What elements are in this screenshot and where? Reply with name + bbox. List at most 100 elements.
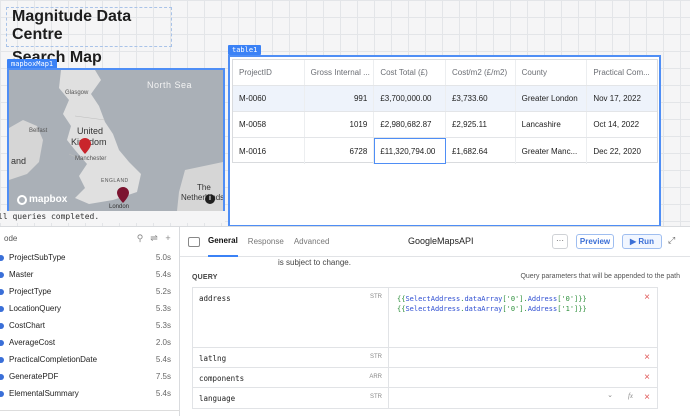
- param-key-text: address: [199, 294, 231, 303]
- query-item-name: GeneratePDF: [9, 372, 59, 381]
- table-cell[interactable]: Dec 22, 2020: [587, 138, 657, 164]
- search-icon[interactable]: ⚲: [133, 233, 147, 244]
- queries-status-text: ll queries completed.: [0, 211, 225, 223]
- tab-advanced[interactable]: Advanced: [294, 227, 330, 257]
- mapbox-logo: mapbox: [17, 194, 67, 205]
- param-value-line: {{SelectAddress.dataArray['0'].Address['…: [397, 295, 587, 303]
- table-row[interactable]: M-0058 1019 £2,980,682.87 £2,925.11 Lanc…: [233, 112, 657, 138]
- table-widget[interactable]: ProjectID Gross Internal ... Cost Total …: [228, 55, 661, 227]
- query-item[interactable]: CostChart 5.3s: [0, 317, 179, 334]
- param-key-text: latlng: [199, 354, 227, 363]
- table-row[interactable]: M-0060 991 £3,700,000.00 £3,733.60 Great…: [233, 86, 657, 112]
- app-title: Magnitude Data Centre: [12, 8, 132, 43]
- query-name[interactable]: GoogleMapsAPI: [408, 236, 474, 246]
- table-cell[interactable]: 6728: [305, 138, 375, 164]
- query-item[interactable]: ProjectSubType 5.0s: [0, 249, 179, 266]
- column-header[interactable]: ProjectID: [233, 60, 305, 85]
- param-key[interactable]: address STR: [193, 288, 389, 347]
- delete-param-icon[interactable]: ×: [637, 348, 657, 367]
- map-label-uk-1: United: [77, 126, 104, 136]
- query-item[interactable]: AverageCost 2.0s: [0, 334, 179, 351]
- param-type: STR: [370, 294, 382, 300]
- run-button[interactable]: ▶ Run: [622, 234, 662, 249]
- query-item-time: 5.4s: [155, 355, 171, 364]
- add-icon[interactable]: +: [161, 233, 175, 243]
- query-item-name: ProjectSubType: [9, 253, 66, 262]
- query-item[interactable]: PracticalCompletionDate 5.4s: [0, 351, 179, 368]
- mapbox-map[interactable]: North Sea Glasgow Belfast United Kingdom…: [7, 68, 225, 213]
- tab-general[interactable]: General: [208, 227, 238, 257]
- map-label-north-sea: North Sea: [147, 80, 193, 90]
- tab-response[interactable]: Response: [248, 227, 284, 257]
- query-item-time: 2.0s: [155, 338, 171, 347]
- table-cell[interactable]: 991: [305, 86, 375, 111]
- preview-button[interactable]: Preview: [576, 234, 614, 249]
- rest-api-icon: [0, 339, 4, 346]
- table-row[interactable]: M-0016 6728 £11,320,794.00 £1,682.64 Gre…: [233, 138, 657, 164]
- app-root: Magnitude Data Centre Search Map mapboxM…: [0, 0, 690, 416]
- map-pin-manchester[interactable]: [79, 138, 91, 154]
- table-cell[interactable]: £3,733.60: [446, 86, 516, 111]
- column-header[interactable]: Practical Com...: [587, 60, 657, 85]
- table-cell[interactable]: £2,980,682.87: [374, 112, 446, 137]
- table-cell[interactable]: 1019: [305, 112, 375, 137]
- param-type: STR: [370, 394, 382, 400]
- chevron-down-icon[interactable]: ⌄: [607, 391, 613, 401]
- param-key[interactable]: components ARR: [193, 368, 389, 387]
- table-cell[interactable]: Oct 14, 2022: [587, 112, 657, 137]
- rest-api-icon: [0, 305, 4, 312]
- param-key[interactable]: language STR: [193, 388, 389, 408]
- status-text: ll queries completed.: [0, 212, 100, 221]
- param-row-components: components ARR ×: [193, 368, 657, 388]
- more-options-button[interactable]: ···: [552, 234, 568, 249]
- param-key[interactable]: latlng STR: [193, 348, 389, 367]
- param-row-language: language STR ⌄ fx ×: [193, 388, 657, 408]
- sidebar-toggle-icon[interactable]: [188, 236, 200, 247]
- filter-icon[interactable]: ⇌: [147, 233, 161, 244]
- map-label-manchester: Manchester: [75, 156, 107, 162]
- param-key-text: language: [199, 394, 236, 403]
- table-cell[interactable]: Greater London: [516, 86, 588, 111]
- query-item[interactable]: Master 5.4s: [0, 266, 179, 283]
- table-cell-focused[interactable]: £11,320,794.00: [374, 138, 446, 164]
- column-header[interactable]: County: [516, 60, 588, 85]
- expand-icon[interactable]: ⤢: [668, 235, 675, 246]
- query-item-time: 5.3s: [155, 304, 171, 313]
- param-value-input[interactable]: {{SelectAddress.dataArray['0'].Address['…: [389, 288, 637, 347]
- map-info-icon[interactable]: i: [205, 194, 215, 204]
- table-cell[interactable]: Lancashire: [516, 112, 588, 137]
- table-cell[interactable]: £1,682.64: [446, 138, 516, 164]
- column-header[interactable]: Gross Internal ...: [305, 60, 375, 85]
- table-cell[interactable]: £3,700,000.00: [374, 86, 446, 111]
- query-item[interactable]: ElementalSummary 5.4s: [0, 385, 179, 402]
- table-cell[interactable]: M-0058: [233, 112, 305, 137]
- function-icon[interactable]: fx: [628, 391, 633, 401]
- run-label: Run: [638, 237, 654, 246]
- table-cell[interactable]: £2,925.11: [446, 112, 516, 137]
- table-cell[interactable]: M-0060: [233, 86, 305, 111]
- param-value-input[interactable]: ⌄ fx: [389, 388, 637, 408]
- table-cell[interactable]: Greater Manc...: [516, 138, 588, 164]
- delete-param-icon[interactable]: ×: [637, 368, 657, 387]
- table-cell[interactable]: Nov 17, 2022: [587, 86, 657, 111]
- query-item[interactable]: GeneratePDF 7.5s: [0, 368, 179, 385]
- table-cell[interactable]: M-0016: [233, 138, 305, 164]
- map-pin-london[interactable]: [117, 187, 129, 203]
- query-item-time: 5.3s: [155, 321, 171, 330]
- query-list-header: ode ⚲ ⇌ +: [0, 227, 179, 249]
- query-params-table: address STR {{SelectAddress.dataArray['0'…: [192, 287, 658, 409]
- param-value-input[interactable]: [389, 348, 637, 367]
- map-label-nl-1: The: [197, 183, 211, 192]
- query-section-hint: Query parameters that will be appended t…: [520, 273, 680, 280]
- query-item-name: Master: [9, 270, 34, 279]
- delete-param-icon[interactable]: ×: [637, 388, 657, 408]
- query-item-time: 5.2s: [155, 287, 171, 296]
- column-header[interactable]: Cost Total (£): [374, 60, 446, 85]
- delete-param-icon[interactable]: ×: [637, 288, 657, 347]
- table-widget-tag[interactable]: table1: [228, 45, 262, 55]
- param-value-input[interactable]: [389, 368, 637, 387]
- query-item[interactable]: LocationQuery 5.3s: [0, 300, 179, 317]
- query-item[interactable]: ProjectType 5.2s: [0, 283, 179, 300]
- column-header[interactable]: Cost/m2 (£/m2): [446, 60, 516, 85]
- mapbox-logo-icon: [17, 194, 27, 205]
